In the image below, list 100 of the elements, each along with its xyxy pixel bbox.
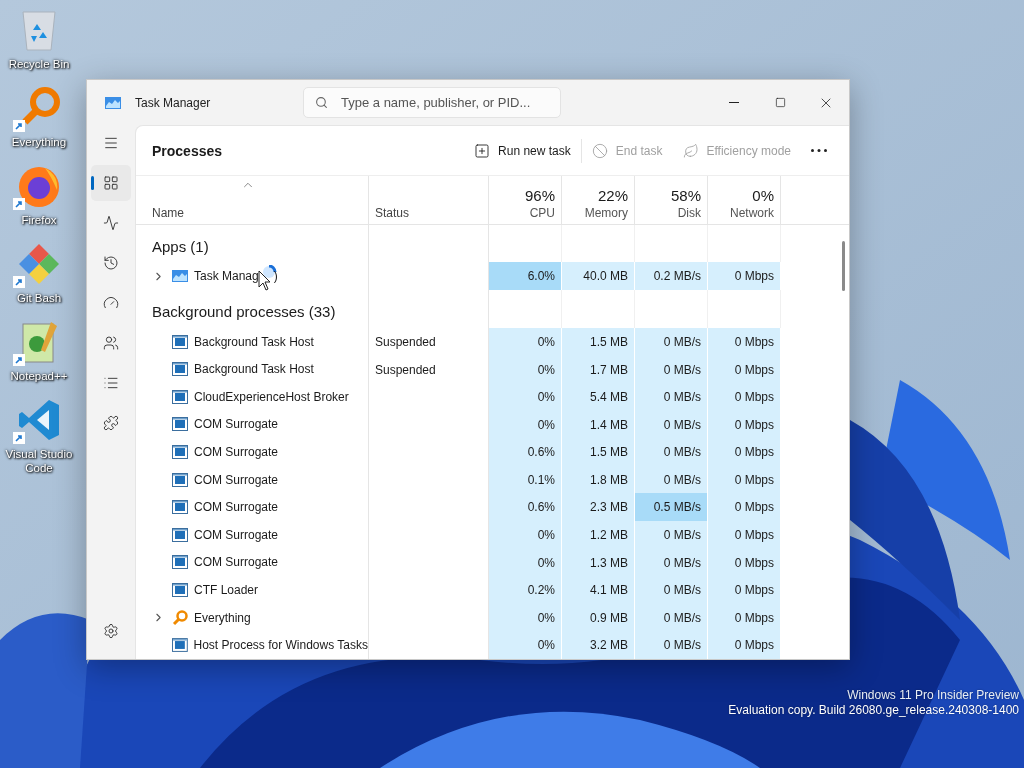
column-header[interactable]: Memory xyxy=(584,206,628,220)
group-heading: Apps (1) xyxy=(136,225,369,263)
process-row[interactable]: COM Surrogate 0.6% 1.5 MB 0 MB/s 0 Mbps xyxy=(136,438,781,466)
leaf-icon xyxy=(682,142,699,159)
page-title: Processes xyxy=(152,142,224,159)
process-row[interactable]: COM Surrogate 0% 1.4 MB 0 MB/s 0 Mbps xyxy=(136,410,781,439)
column-header[interactable]: Disk xyxy=(677,206,701,220)
process-row[interactable]: Host Process for Windows Tasks 0% 3.2 MB 0 MB/s 0 Mbps xyxy=(136,631,781,659)
more-icon xyxy=(811,149,827,152)
startup-apps-icon xyxy=(103,295,119,311)
usage-cell: 0% xyxy=(489,355,562,384)
process-row[interactable]: COM Surrogate 0.1% 1.8 MB 0 MB/s 0 Mbps xyxy=(136,465,781,494)
window-icon xyxy=(172,583,188,598)
window-icon xyxy=(172,527,188,542)
usage-cell: 0 MB/s xyxy=(635,631,708,659)
process-row[interactable]: COM Surrogate 0% 1.3 MB 0 MB/s 0 Mbps xyxy=(136,548,781,577)
usage-cell: 0% xyxy=(489,548,562,577)
usage-cell: 0 MB/s xyxy=(635,327,708,356)
usage-cell: 0 MB/s xyxy=(635,603,708,632)
usage-cell: 0 MB/s xyxy=(635,465,708,494)
run-new-task-button[interactable]: Run new task xyxy=(464,134,581,167)
process-row[interactable]: COM Surrogate 0% 1.2 MB 0 MB/s 0 Mbps xyxy=(136,521,781,549)
usage-cell: 0 Mbps xyxy=(708,262,781,291)
process-row[interactable]: Task Manag ) 6.0% 40.0 MB 0.2 MB/s 0 Mbps xyxy=(136,262,781,291)
usage-cell: 0 Mbps xyxy=(708,493,781,522)
usage-cell: 0 MB/s xyxy=(635,438,708,466)
process-row[interactable]: COM Surrogate 0.6% 2.3 MB 0.5 MB/s 0 Mbps xyxy=(136,493,781,522)
add-window-icon xyxy=(474,142,491,159)
column-header[interactable]: Network xyxy=(730,206,774,220)
process-name: COM Surrogate xyxy=(194,472,279,487)
usage-cell: 0 MB/s xyxy=(635,521,708,549)
usage-cell: 0.2 MB/s xyxy=(635,262,708,291)
details-icon xyxy=(103,375,119,391)
usage-cell: 4.1 MB xyxy=(562,576,635,604)
column-header[interactable]: Name xyxy=(152,206,184,220)
usage-cell: 0.9 MB xyxy=(562,603,635,632)
process-name: COM Surrogate xyxy=(194,527,279,542)
usage-cell: 0% xyxy=(489,410,562,439)
process-name: CloudExperienceHost Broker xyxy=(194,389,349,404)
group-heading: Background processes (33) xyxy=(136,290,369,328)
users-icon xyxy=(103,335,119,351)
usage-cell: 2.3 MB xyxy=(562,493,635,522)
minimize-icon xyxy=(729,102,739,103)
usage-cell: 6.0% xyxy=(489,262,562,291)
process-row[interactable]: CTF Loader 0.2% 4.1 MB 0 MB/s 0 Mbps xyxy=(136,576,781,604)
usage-cell: 0.6% xyxy=(489,493,562,522)
usage-cell: 0.2% xyxy=(489,576,562,604)
window-icon xyxy=(172,417,188,432)
process-name: Background Task Host xyxy=(194,362,314,377)
usage-cell: 0 Mbps xyxy=(708,521,781,549)
process-row[interactable]: Background Task Host Suspended 0% 1.5 MB 0 MB/s 0 Mbps xyxy=(136,327,781,356)
window-icon xyxy=(172,555,188,570)
usage-cell: 0 Mbps xyxy=(708,603,781,632)
usage-cell: 0 MB/s xyxy=(635,410,708,439)
usage-cell: 0.1% xyxy=(489,465,562,494)
process-name: Host Process for Windows Tasks xyxy=(193,638,368,653)
window-icon xyxy=(172,472,188,487)
window-icon xyxy=(171,638,188,653)
process-row[interactable]: CloudExperienceHost Broker 0% 5.4 MB 0 MB/s 0 Mbps xyxy=(136,383,781,411)
window-icon xyxy=(172,362,188,377)
usage-cell: 0.6% xyxy=(489,438,562,466)
usage-cell: 0 Mbps xyxy=(708,548,781,577)
column-header[interactable]: Status xyxy=(375,206,410,220)
menu-icon xyxy=(103,135,119,151)
usage-cell: 1.8 MB xyxy=(562,465,635,494)
search-icon xyxy=(315,96,328,109)
window-icon xyxy=(172,500,188,515)
process-row[interactable]: Everything 0% 0.9 MB 0 MB/s 0 Mbps xyxy=(136,603,781,632)
usage-cell: 3.2 MB xyxy=(562,631,635,659)
usage-cell: 0% xyxy=(489,631,562,659)
process-name: COM Surrogate xyxy=(194,417,279,432)
usage-cell: 0% xyxy=(489,327,562,356)
usage-cell: 0 Mbps xyxy=(708,410,781,439)
usage-cell: 40.0 MB xyxy=(562,262,635,291)
usage-cell: 0 Mbps xyxy=(708,465,781,494)
usage-cell: 1.4 MB xyxy=(562,410,635,439)
usage-cell: 0% xyxy=(489,603,562,632)
monitor-chart-icon xyxy=(105,96,121,109)
edition-text: Evaluation copy. Build 26080.ge_release.240308-1400 xyxy=(728,703,1019,718)
no-entry-icon xyxy=(591,142,608,159)
processes-tab[interactable] xyxy=(91,165,131,201)
processes-icon xyxy=(103,175,119,191)
process-name: COM Surrogate xyxy=(194,555,279,570)
usage-cell: 0 MB/s xyxy=(635,383,708,411)
process-row[interactable]: Background Task Host Suspended 0% 1.7 MB 0 MB/s 0 Mbps xyxy=(136,355,781,384)
settings-icon xyxy=(103,623,119,639)
window-title: Task Manager xyxy=(135,95,212,110)
usage-percent: 96% xyxy=(524,187,555,204)
magnifier-icon xyxy=(172,609,188,626)
search-field[interactable]: Type a name, publisher, or PID... xyxy=(303,87,561,118)
usage-cell: 0 Mbps xyxy=(708,576,781,604)
usage-cell: 0% xyxy=(489,383,562,411)
process-name: COM Surrogate xyxy=(194,500,279,515)
process-name: ) xyxy=(273,269,278,284)
usage-cell: 0 MB/s xyxy=(635,576,708,604)
column-header[interactable]: CPU xyxy=(529,206,555,220)
window-icon xyxy=(172,445,188,460)
process-name: COM Surrogate xyxy=(194,445,279,460)
scrollbar-thumb[interactable] xyxy=(842,241,845,291)
edition-text: Windows 11 Pro Insider Preview xyxy=(847,688,1019,703)
